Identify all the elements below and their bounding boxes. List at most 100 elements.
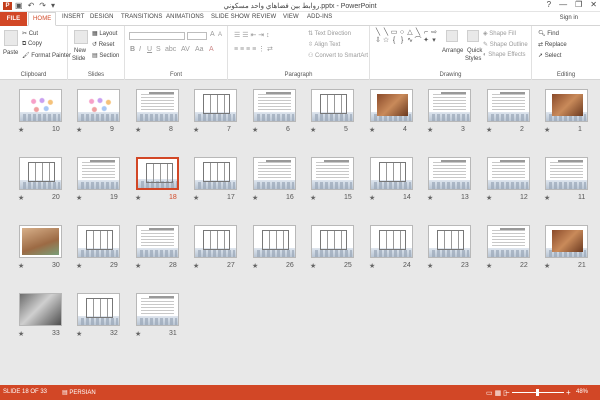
slide-thumbnail[interactable] [19,293,62,326]
restore-button[interactable]: ❐ [575,0,582,9]
animation-star-icon[interactable]: ★ [544,194,550,202]
tab-view[interactable]: VIEW [283,14,299,20]
slide-thumbnail[interactable] [370,157,413,190]
bold-icon[interactable]: B [130,46,135,53]
animation-star-icon[interactable]: ★ [18,126,24,134]
animation-star-icon[interactable]: ★ [135,194,141,202]
animation-star-icon[interactable]: ★ [310,262,316,270]
animation-star-icon[interactable]: ★ [427,126,433,134]
slide-thumbnail[interactable] [194,89,237,122]
find-button[interactable]: 🔍︎ Find [538,30,559,37]
animation-star-icon[interactable]: ★ [369,126,375,134]
brace-shape-icon[interactable]: } [398,37,406,45]
animation-star-icon[interactable]: ★ [76,194,82,202]
replace-button[interactable]: ⇄ Replace [538,41,567,48]
shape-fill-button[interactable]: ◈ Shape Fill [483,30,516,37]
zoom-level[interactable]: 48% [576,389,588,395]
tab-slide-show[interactable]: SLIDE SHOW [211,14,250,20]
underline-icon[interactable]: U [147,46,152,53]
quick-styles-icon[interactable] [467,30,479,42]
slide-thumbnail[interactable] [428,89,471,122]
shadow-icon[interactable]: S [156,46,161,53]
animation-star-icon[interactable]: ★ [310,126,316,134]
animation-star-icon[interactable]: ★ [135,126,141,134]
slide-thumbnail[interactable] [545,225,588,258]
slide-thumbnail[interactable] [545,89,588,122]
shapes-gallery[interactable]: ╲ ╲ ▭ ○ △ ╲ ⌐ ⇨ ⇩ ☆{} ∿ ⌒ ✦ ▾ [374,29,442,61]
animation-star-icon[interactable]: ★ [486,194,492,202]
shape-outline-button[interactable]: ✎ Shape Outline [483,41,528,48]
animation-star-icon[interactable]: ★ [76,330,82,338]
view-buttons[interactable]: ▭ ▦ ▯ [486,389,507,397]
zoom-slider-thumb[interactable] [535,389,539,396]
reset-button[interactable]: ↺ Reset [92,41,114,48]
animation-star-icon[interactable]: ★ [427,262,433,270]
slide-thumbnail[interactable] [136,157,179,190]
animation-star-icon[interactable]: ★ [18,262,24,270]
animation-star-icon[interactable]: ★ [369,262,375,270]
quick-styles-label[interactable]: Styles [465,56,481,62]
tab-transitions[interactable]: TRANSITIONS [121,14,162,20]
animation-star-icon[interactable]: ★ [369,194,375,202]
strikethrough-icon[interactable]: abc [165,46,176,53]
slide-sorter[interactable]: ★ 10 ★ 9 ★ 8 ★ 7 ★ 6 ★ 5 ★ 4 ★ 3 ★ 2 ★ 1 ★ 20 ★ 19 ★ 18 ★ 17 ★ 16 ★ 15 ★… [0,80,600,385]
convert-smartart-button[interactable]: ⚇ Convert to SmartArt [308,52,368,59]
line-shape-icon[interactable]: ⌐ [422,29,430,37]
arc-shape-icon[interactable]: ⌒ [414,37,422,45]
font-color-icon[interactable]: A [209,46,214,53]
triangle-shape-icon[interactable]: △ [406,29,414,37]
tab-add-ins[interactable]: ADD-INS [307,14,332,20]
animation-star-icon[interactable]: ★ [310,194,316,202]
animation-star-icon[interactable]: ★ [76,126,82,134]
animation-star-icon[interactable]: ★ [252,262,258,270]
slide-thumbnail[interactable] [77,157,120,190]
animation-star-icon[interactable]: ★ [544,262,550,270]
paste-button[interactable]: Paste [3,50,18,56]
cut-button[interactable]: ✂ Cut [22,30,38,37]
curve-shape-icon[interactable]: ∿ [406,37,414,45]
slide-thumbnail[interactable] [545,157,588,190]
brace-shape-icon[interactable]: { [390,37,398,45]
oval-shape-icon[interactable]: ○ [398,29,406,37]
slide-thumbnail[interactable] [487,225,530,258]
tab-insert[interactable]: INSERT [62,14,85,20]
font-name-combo[interactable] [129,32,185,40]
animation-star-icon[interactable]: ★ [486,262,492,270]
format-painter-button[interactable]: 🖌 Format Painter [22,52,71,59]
text-direction-button[interactable]: ⇅ Text Direction [308,30,351,37]
normal-view-icon[interactable]: ▭ [486,390,493,397]
slide-thumbnail[interactable] [253,157,296,190]
bullets-icon[interactable]: ☰ ☰ ⇤ ⇥ ↕ [234,31,270,39]
animation-star-icon[interactable]: ★ [18,330,24,338]
slide-thumbnail[interactable] [136,293,179,326]
arrange-button[interactable]: Arrange [442,48,463,54]
animation-star-icon[interactable]: ★ [252,126,258,134]
animation-star-icon[interactable]: ★ [427,194,433,202]
animation-star-icon[interactable]: ★ [18,194,24,202]
paste-icon[interactable] [4,30,18,46]
arrow-shape-icon[interactable]: ⇨ [430,29,438,37]
tab-design[interactable]: DESIGN [90,14,114,20]
language-indicator[interactable]: ▤ PERSIAN [62,389,96,396]
shrink-font-icon[interactable]: A [218,32,222,38]
grow-font-icon[interactable]: A [210,31,215,38]
animation-star-icon[interactable]: ★ [193,262,199,270]
slide-thumbnail[interactable] [487,157,530,190]
slide-thumbnail[interactable] [428,225,471,258]
section-button[interactable]: ▤ Section [92,52,119,59]
slide-thumbnail[interactable] [194,225,237,258]
animation-star-icon[interactable]: ★ [135,262,141,270]
zoom-in-button[interactable]: + [566,388,571,397]
layout-button[interactable]: ▦ Layout [92,30,117,37]
slide-thumbnail[interactable] [370,225,413,258]
tab-animations[interactable]: ANIMATIONS [166,14,204,20]
slide-thumbnail[interactable] [370,89,413,122]
slide-thumbnail[interactable] [311,225,354,258]
copy-button[interactable]: ⧉ Copy [22,41,42,48]
new-slide-button[interactable]: New [74,48,86,54]
arrange-icon[interactable] [446,30,458,42]
slide-thumbnail[interactable] [311,89,354,122]
animation-star-icon[interactable]: ★ [486,126,492,134]
slide-thumbnail[interactable] [253,225,296,258]
arrow-shape-icon[interactable]: ⇩ [374,37,382,45]
